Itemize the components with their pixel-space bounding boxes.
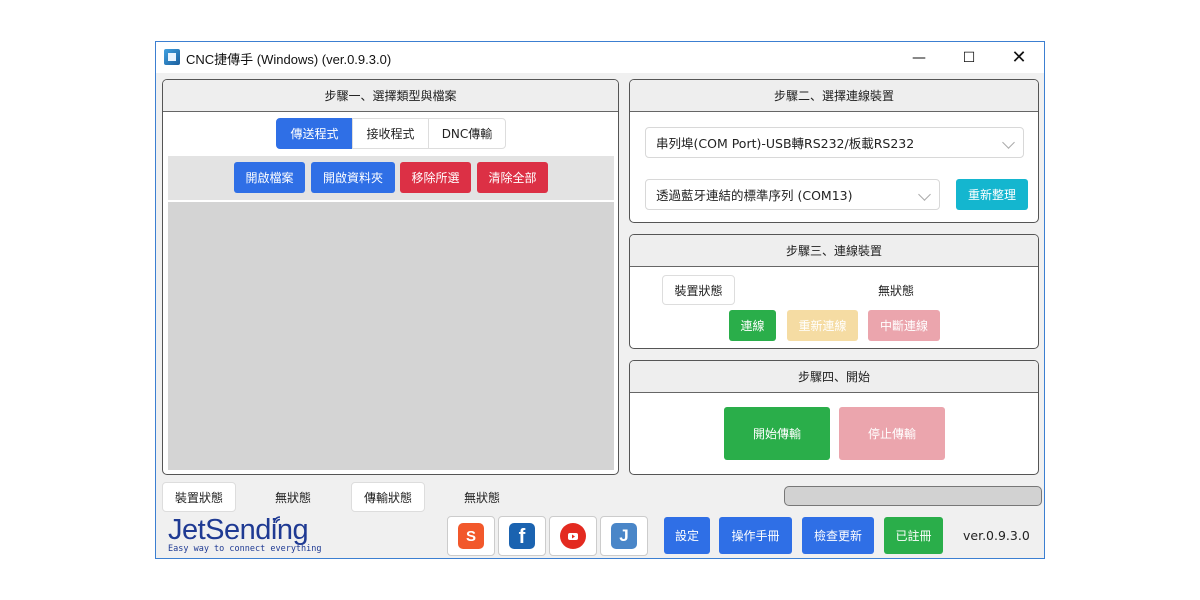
step4-header: 步驟四、開始 bbox=[630, 361, 1038, 393]
brand-logo: JetSending Easy way to connect everythin… bbox=[168, 515, 338, 557]
tab-send[interactable]: 傳送程式 bbox=[276, 118, 353, 149]
chevron-down-icon bbox=[918, 188, 931, 201]
step2-header: 步驟二、選擇連線裝置 bbox=[630, 80, 1038, 112]
open-folder-button[interactable]: 開啟資料夾 bbox=[311, 162, 395, 193]
device-status-tag: 裝置狀態 bbox=[162, 482, 236, 512]
step1-tabbar: 傳送程式 接收程式 DNC傳輸 bbox=[168, 112, 614, 155]
settings-button[interactable]: 設定 bbox=[664, 517, 710, 554]
minimize-button[interactable]: — bbox=[896, 42, 942, 73]
shopee-icon: S bbox=[458, 523, 484, 549]
check-update-button[interactable]: 檢查更新 bbox=[802, 517, 874, 554]
shopee-button[interactable]: S bbox=[447, 516, 495, 556]
youtube-icon bbox=[560, 523, 586, 549]
facebook-icon: f bbox=[509, 523, 535, 549]
version-label: ver.0.9.3.0 bbox=[963, 528, 1030, 543]
file-list[interactable] bbox=[168, 202, 614, 470]
facebook-button[interactable]: f bbox=[498, 516, 546, 556]
step4-panel: 步驟四、開始 開始傳輸 停止傳輸 bbox=[629, 360, 1039, 475]
open-file-button[interactable]: 開啟檔案 bbox=[234, 162, 305, 193]
step1-panel: 步驟一、選擇類型與檔案 傳送程式 接收程式 DNC傳輸 開啟檔案 開啟資料夾 移… bbox=[162, 79, 619, 475]
step3-panel: 步驟三、連線裝置 裝置狀態 無狀態 連線 重新連線 中斷連線 bbox=[629, 234, 1039, 349]
window-title: CNC捷傳手 (Windows) (ver.0.9.3.0) bbox=[186, 52, 392, 67]
transfer-progress-bar bbox=[784, 486, 1042, 506]
title-bar: CNC捷傳手 (Windows) (ver.0.9.3.0) — ☐ ✕ bbox=[156, 42, 1044, 73]
port-type-value: 串列埠(COM Port)-USB轉RS232/板載RS232 bbox=[656, 136, 915, 151]
disconnect-button[interactable]: 中斷連線 bbox=[868, 310, 940, 341]
close-button[interactable]: ✕ bbox=[996, 42, 1042, 73]
transfer-status-text: 無狀態 bbox=[464, 491, 501, 505]
brand-tagline: Easy way to connect everything bbox=[168, 544, 322, 554]
step1-header: 步驟一、選擇類型與檔案 bbox=[163, 80, 618, 112]
tab-receive[interactable]: 接收程式 bbox=[352, 118, 429, 149]
app-icon bbox=[164, 49, 180, 65]
jetsending-j-icon: J bbox=[611, 523, 637, 549]
stop-transfer-button[interactable]: 停止傳輸 bbox=[839, 407, 945, 460]
manual-button[interactable]: 操作手冊 bbox=[719, 517, 792, 554]
brand-name: JetSending bbox=[168, 514, 309, 546]
port-type-select[interactable]: 串列埠(COM Port)-USB轉RS232/板載RS232 bbox=[645, 127, 1024, 158]
signal-icon bbox=[273, 516, 281, 524]
tab-dnc[interactable]: DNC傳輸 bbox=[428, 118, 506, 149]
maximize-button[interactable]: ☐ bbox=[946, 42, 992, 73]
com-port-select[interactable]: 透過藍牙連結的標準序列 (COM13) bbox=[645, 179, 940, 210]
youtube-button[interactable] bbox=[549, 516, 597, 556]
registered-button[interactable]: 已註冊 bbox=[884, 517, 943, 554]
step2-panel: 步驟二、選擇連線裝置 串列埠(COM Port)-USB轉RS232/板載RS2… bbox=[629, 79, 1039, 223]
start-transfer-button[interactable]: 開始傳輸 bbox=[724, 407, 830, 460]
transfer-status-tag: 傳輸狀態 bbox=[351, 482, 425, 512]
step1-toolbar: 開啟檔案 開啟資料夾 移除所選 清除全部 bbox=[168, 156, 614, 200]
connect-button[interactable]: 連線 bbox=[729, 310, 776, 341]
reconnect-button[interactable]: 重新連線 bbox=[787, 310, 858, 341]
device-status-value: 無狀態 bbox=[878, 284, 915, 298]
app-window: CNC捷傳手 (Windows) (ver.0.9.3.0) — ☐ ✕ 步驟一… bbox=[155, 41, 1045, 559]
chevron-down-icon bbox=[1002, 136, 1015, 149]
jetsending-button[interactable]: J bbox=[600, 516, 648, 556]
device-status-text: 無狀態 bbox=[275, 491, 312, 505]
com-port-value: 透過藍牙連結的標準序列 (COM13) bbox=[656, 188, 853, 203]
clear-all-button[interactable]: 清除全部 bbox=[477, 162, 548, 193]
device-status-label: 裝置狀態 bbox=[662, 275, 735, 305]
step3-header: 步驟三、連線裝置 bbox=[630, 235, 1038, 267]
refresh-button[interactable]: 重新整理 bbox=[956, 179, 1028, 210]
remove-selected-button[interactable]: 移除所選 bbox=[400, 162, 471, 193]
